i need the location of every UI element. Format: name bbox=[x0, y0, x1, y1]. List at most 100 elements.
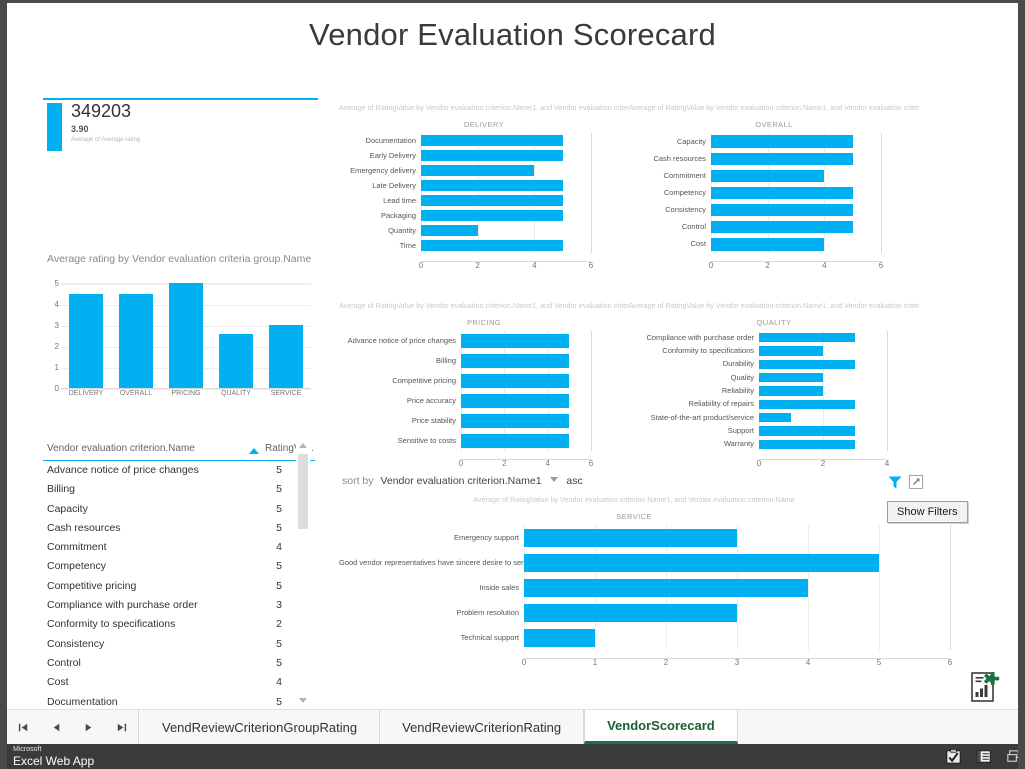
chevron-down-icon[interactable] bbox=[550, 477, 559, 482]
horizontal-bar[interactable] bbox=[524, 603, 737, 622]
x-axis-tick-label: 2 bbox=[820, 459, 826, 468]
x-axis-tick-label: 0 bbox=[756, 459, 762, 468]
horizontal-bar[interactable] bbox=[711, 238, 825, 251]
category-label: Good vendor representatives have sincere… bbox=[339, 557, 532, 567]
sort-field-value[interactable]: Vendor evaluation criterion.Name1 bbox=[380, 475, 541, 487]
criterion-rating-table[interactable]: Vendor evaluation criterion.Name RatingV… bbox=[43, 440, 315, 706]
horizontal-bar[interactable] bbox=[711, 221, 853, 234]
chart-pricing[interactable]: Average of RatingValue by Vendor evaluat… bbox=[339, 301, 629, 476]
sheet-tab-2[interactable]: VendorScorecard bbox=[584, 710, 738, 744]
column-bar[interactable] bbox=[69, 293, 103, 388]
table-column-header-name[interactable]: Vendor evaluation criterion.Name bbox=[47, 443, 195, 454]
horizontal-bar[interactable] bbox=[759, 346, 823, 356]
table-row[interactable]: Competency 5 bbox=[43, 557, 298, 576]
horizontal-bar[interactable] bbox=[461, 373, 570, 389]
chart-supertitle: Average of RatingValue by Vendor evaluat… bbox=[339, 301, 629, 310]
horizontal-bar[interactable] bbox=[421, 150, 563, 161]
horizontal-bar[interactable] bbox=[759, 439, 855, 450]
filter-funnel-icon[interactable] bbox=[888, 476, 902, 489]
column-bar[interactable] bbox=[119, 293, 153, 388]
kpi-card[interactable]: 349203 3.90 Average of Average rating bbox=[43, 98, 318, 228]
y-axis-tick-label: 2 bbox=[54, 342, 59, 351]
scroll-down-icon[interactable] bbox=[299, 698, 307, 703]
horizontal-bar[interactable] bbox=[711, 152, 853, 165]
scrollbar-thumb[interactable] bbox=[298, 454, 308, 529]
chart-service[interactable]: Average of RatingValue by Vendor evaluat… bbox=[339, 495, 952, 675]
chart-delivery[interactable]: Average of RatingValue by Vendor evaluat… bbox=[339, 103, 629, 278]
category-label: Cash resources bbox=[653, 153, 706, 163]
table-row[interactable]: Documentation 5 bbox=[43, 693, 298, 706]
horizontal-bar[interactable] bbox=[461, 333, 570, 349]
column-bar[interactable] bbox=[169, 283, 203, 388]
table-scrollbar[interactable] bbox=[296, 440, 310, 706]
horizontal-bar[interactable] bbox=[461, 353, 570, 369]
chart-average-rating-by-group[interactable]: Average rating by Vendor evaluation crit… bbox=[43, 251, 318, 421]
horizontal-bar[interactable] bbox=[461, 393, 570, 409]
horizontal-bar[interactable] bbox=[524, 578, 808, 597]
horizontal-bar[interactable] bbox=[711, 169, 825, 182]
previous-sheet-button[interactable] bbox=[43, 714, 69, 740]
horizontal-bar[interactable] bbox=[461, 413, 570, 429]
horizontal-bar[interactable] bbox=[421, 225, 478, 236]
chart-quality[interactable]: Average of RatingValue by Vendor evaluat… bbox=[629, 301, 919, 476]
category-label: Support bbox=[727, 426, 754, 435]
sheet-tab-0[interactable]: VendReviewCriterionGroupRating bbox=[140, 710, 381, 744]
horizontal-bar[interactable] bbox=[461, 433, 570, 449]
table-row[interactable]: Control 5 bbox=[43, 654, 298, 673]
horizontal-bar[interactable] bbox=[421, 195, 563, 206]
horizontal-bar[interactable] bbox=[759, 332, 855, 343]
horizontal-bar[interactable] bbox=[711, 135, 853, 148]
table-row[interactable]: Capacity 5 bbox=[43, 500, 298, 519]
table-row[interactable]: Commitment 4 bbox=[43, 538, 298, 557]
last-sheet-button[interactable] bbox=[109, 714, 135, 740]
show-filters-button[interactable]: Show Filters bbox=[887, 501, 968, 523]
table-row[interactable]: Compliance with purchase order 3 bbox=[43, 596, 298, 615]
table-row[interactable]: Cash resources 5 bbox=[43, 519, 298, 538]
sort-direction-value[interactable]: asc bbox=[566, 475, 582, 487]
horizontal-bar[interactable] bbox=[759, 372, 823, 383]
horizontal-bar[interactable] bbox=[711, 186, 853, 200]
table-cell-criterion-name: Competitive pricing bbox=[47, 579, 137, 592]
horizontal-bar[interactable] bbox=[759, 386, 823, 396]
x-axis-tick-label: 4 bbox=[822, 261, 827, 270]
table-row[interactable]: Consistency 5 bbox=[43, 635, 298, 654]
accessibility-check-icon[interactable] bbox=[945, 748, 962, 769]
horizontal-bar[interactable] bbox=[524, 528, 737, 547]
column-bar[interactable] bbox=[219, 334, 253, 388]
sort-ascending-icon[interactable] bbox=[249, 448, 259, 454]
horizontal-bar[interactable] bbox=[711, 203, 853, 217]
horizontal-bar[interactable] bbox=[421, 240, 563, 251]
table-cell-criterion-name: Billing bbox=[47, 483, 76, 496]
restore-window-icon[interactable] bbox=[1005, 748, 1018, 769]
y-axis-tick-label: 3 bbox=[54, 321, 59, 330]
table-row[interactable]: Advance notice of price changes 5 bbox=[43, 461, 298, 480]
horizontal-bar[interactable] bbox=[759, 426, 855, 436]
table-cell-rating-value: 5 bbox=[276, 637, 282, 650]
horizontal-bar[interactable] bbox=[421, 135, 563, 146]
table-cell-rating-value: 5 bbox=[276, 579, 282, 592]
horizontal-bar[interactable] bbox=[421, 180, 563, 191]
category-label: Early Delivery bbox=[369, 150, 416, 160]
table-row[interactable]: Cost 4 bbox=[43, 673, 298, 692]
x-axis-tick-label: OVERALL bbox=[119, 390, 153, 397]
table-row[interactable]: Conformity to specifications 2 bbox=[43, 615, 298, 634]
first-sheet-button[interactable] bbox=[10, 714, 36, 740]
horizontal-bar[interactable] bbox=[421, 210, 563, 221]
horizontal-bar[interactable] bbox=[759, 359, 855, 370]
reading-view-icon[interactable] bbox=[975, 748, 992, 769]
table-row[interactable]: Competitive pricing 5 bbox=[43, 577, 298, 596]
horizontal-bar[interactable] bbox=[421, 165, 535, 176]
table-row[interactable]: Billing 5 bbox=[43, 480, 298, 499]
scroll-up-icon[interactable] bbox=[299, 443, 307, 448]
horizontal-bar[interactable] bbox=[524, 553, 879, 572]
horizontal-bar[interactable] bbox=[759, 399, 855, 410]
horizontal-bar[interactable] bbox=[759, 412, 791, 423]
next-sheet-button[interactable] bbox=[76, 714, 102, 740]
column-bar[interactable] bbox=[269, 325, 303, 388]
popout-icon[interactable] bbox=[909, 475, 923, 489]
sheet-tab-1[interactable]: VendReviewCriterionRating bbox=[380, 710, 585, 744]
table-header-row: Vendor evaluation criterion.Name RatingV… bbox=[43, 440, 315, 461]
chart-overall[interactable]: Average of RatingValue by Vendor evaluat… bbox=[629, 103, 919, 278]
horizontal-bar[interactable] bbox=[524, 628, 595, 647]
chart-supertitle: Average of RatingValue by Vendor evaluat… bbox=[473, 495, 795, 504]
